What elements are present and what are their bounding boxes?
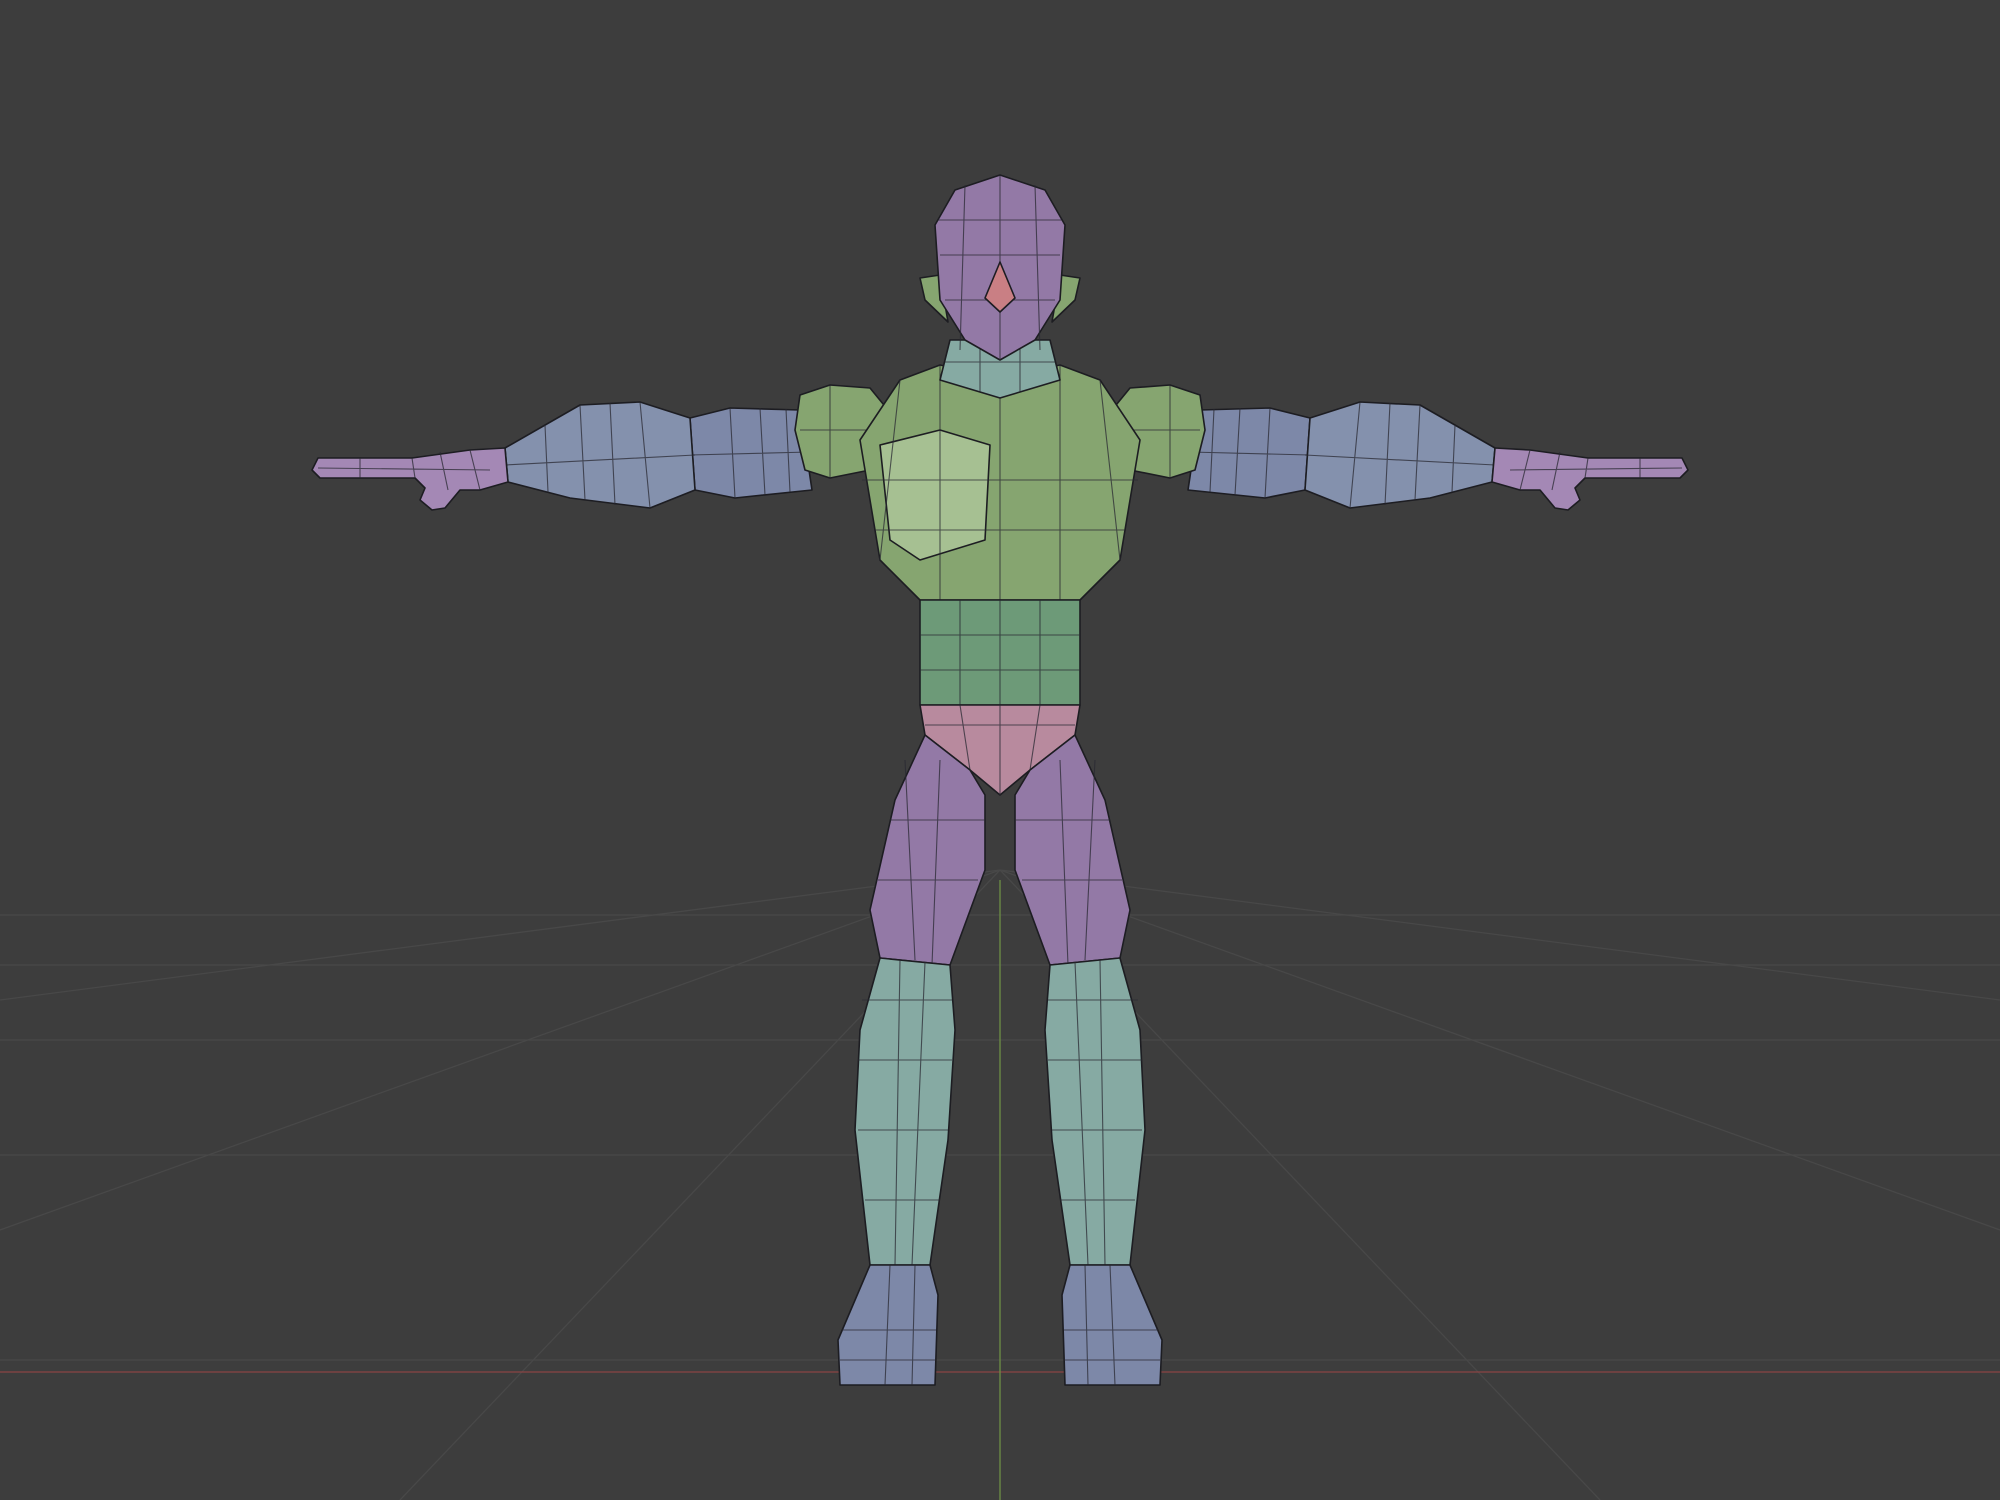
right-thigh[interactable] — [1014, 734, 1131, 966]
right-hand[interactable] — [1491, 447, 1689, 511]
chest[interactable] — [859, 364, 1141, 601]
left-shin[interactable] — [854, 957, 956, 1266]
3d-viewport[interactable] — [0, 0, 2000, 1500]
left-hand[interactable] — [311, 447, 509, 511]
viewport-canvas[interactable] — [0, 0, 2000, 1500]
right-forearm[interactable] — [1304, 401, 1496, 509]
left-upper-arm[interactable] — [689, 407, 813, 499]
left-thigh[interactable] — [869, 734, 986, 966]
right-shin[interactable] — [1044, 957, 1146, 1266]
left-foot[interactable] — [837, 1264, 939, 1386]
right-foot[interactable] — [1061, 1264, 1163, 1386]
waist[interactable] — [919, 599, 1081, 706]
left-forearm[interactable] — [504, 401, 696, 509]
right-upper-arm[interactable] — [1187, 407, 1311, 499]
